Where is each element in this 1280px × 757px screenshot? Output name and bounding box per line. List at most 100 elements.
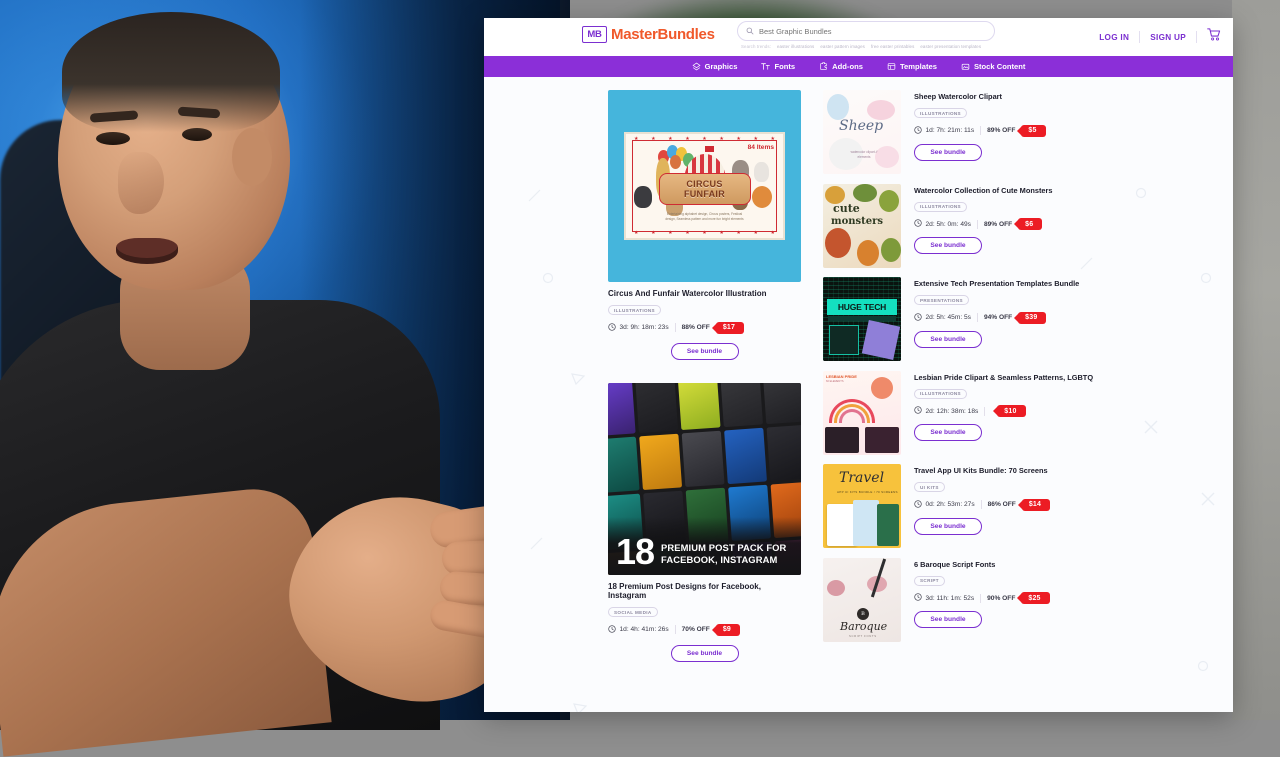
page-body: ★★★★★★★★★ ★★★★★★★★★ <box>484 77 1233 712</box>
list-thumbnail-tech[interactable]: HUGE TECH <box>823 277 901 361</box>
room-right-wall <box>1232 0 1280 720</box>
content-area: ★★★★★★★★★ ★★★★★★★★★ <box>484 77 1233 685</box>
social-tile <box>724 427 767 483</box>
list-item-title[interactable]: 6 Baroque Script Fonts <box>914 561 1209 570</box>
countdown-timer: 3d: 11h: 1m: 52s <box>914 593 974 603</box>
list-item-title[interactable]: Lesbian Pride Clipart & Seamless Pattern… <box>914 374 1209 383</box>
timer-text: 2d: 12h: 38m: 18s <box>926 408 979 415</box>
site-logo[interactable]: MB MasterBundles <box>582 26 715 43</box>
list-thumbnail-sheep[interactable]: Sheep watercolor clipart // elements <box>823 90 901 174</box>
trend-tag[interactable]: easter pattern images <box>820 44 865 49</box>
trend-tag[interactable]: free easter printables <box>871 44 914 49</box>
login-button[interactable]: LOG IN <box>1099 33 1129 42</box>
category-badge[interactable]: UI KITS <box>914 482 945 492</box>
list-thumbnail-travel[interactable]: Travel APP UI KITS BUNDLE / 70 SCREENS <box>823 464 901 548</box>
see-bundle-button[interactable]: See bundle <box>671 645 739 662</box>
category-badge[interactable]: ILLUSTRATIONS <box>914 389 967 399</box>
list-item[interactable]: cute monsters Watercolor Collection of C… <box>823 184 1209 268</box>
meta-divider <box>981 500 982 509</box>
baroque-art-title: Baroque <box>840 620 887 633</box>
travel-art-screen <box>877 504 899 546</box>
featured-card-social[interactable]: 18 PREMIUM POST PACK FOR FACEBOOK, INSTA… <box>608 383 801 662</box>
featured-card-circus[interactable]: ★★★★★★★★★ ★★★★★★★★★ <box>608 90 801 360</box>
nav-item-stock-content[interactable]: Stock Content <box>961 62 1025 71</box>
circus-animal-rabbit <box>754 162 769 182</box>
list-item-title[interactable]: Sheep Watercolor Clipart <box>914 93 1209 102</box>
nav-item-templates[interactable]: Templates <box>887 62 937 71</box>
meta-divider <box>977 220 978 229</box>
price-tag: $5 <box>1021 125 1045 137</box>
list-item-meta: 2d: 5h: 0m: 49s 89% OFF $6 <box>914 218 1209 230</box>
see-bundle-button[interactable]: See bundle <box>914 237 982 254</box>
list-item[interactable]: Sheep watercolor clipart // elements She… <box>823 90 1209 174</box>
pride-art-subtitle: 60 ELEMENTS <box>826 380 844 383</box>
featured-title[interactable]: 18 Premium Post Designs for Facebook, In… <box>608 582 801 601</box>
meta-divider <box>675 625 676 634</box>
signup-button[interactable]: SIGN UP <box>1150 33 1186 42</box>
featured-thumbnail-social[interactable]: 18 PREMIUM POST PACK FOR FACEBOOK, INSTA… <box>608 383 801 575</box>
countdown-timer: 2d: 5h: 0m: 49s <box>914 219 971 229</box>
nav-label: Templates <box>900 62 937 71</box>
graphics-icon <box>692 62 701 71</box>
clock-icon <box>608 625 616 635</box>
see-bundle-button[interactable]: See bundle <box>914 611 982 628</box>
list-item-info: Lesbian Pride Clipart & Seamless Pattern… <box>914 371 1209 455</box>
category-badge[interactable]: SOCIAL MEDIA <box>608 607 658 617</box>
fonts-icon <box>761 62 770 71</box>
list-thumbnail-baroque[interactable]: B Baroque SCRIPT FONTS <box>823 558 901 642</box>
see-bundle-button[interactable]: See bundle <box>914 144 982 161</box>
search-area: Search trends: easter illustrations east… <box>737 21 995 49</box>
nav-item-fonts[interactable]: Fonts <box>761 62 795 71</box>
list-item-title[interactable]: Extensive Tech Presentation Templates Bu… <box>914 280 1209 289</box>
discount-label: 88% OFF <box>682 324 710 331</box>
see-bundle-button[interactable]: See bundle <box>671 343 739 360</box>
category-badge[interactable]: ILLUSTRATIONS <box>608 305 661 315</box>
list-thumbnail-pride[interactable]: LESBIAN PRIDE 60 ELEMENTS <box>823 371 901 455</box>
timer-text: 3d: 11h: 1m: 52s <box>926 595 975 602</box>
sheep-art-blob <box>827 94 849 120</box>
nav-label: Fonts <box>774 62 795 71</box>
tech-art-panel <box>829 325 859 355</box>
countdown-timer: 0d: 2h: 53m: 27s <box>914 500 975 510</box>
pride-art-cat <box>871 377 893 399</box>
monster-art-blob <box>853 184 877 202</box>
list-item[interactable]: Travel APP UI KITS BUNDLE / 70 SCREENS T… <box>823 464 1209 548</box>
category-badge[interactable]: PRESENTATIONS <box>914 295 969 305</box>
nav-label: Stock Content <box>974 62 1025 71</box>
category-badge[interactable]: ILLUSTRATIONS <box>914 202 967 212</box>
featured-meta: 1d: 4h: 41m: 26s 70% OFF $9 <box>608 624 801 636</box>
social-caption-line2: FACEBOOK, INSTAGRAM <box>661 554 786 565</box>
baroque-art-monogram: B <box>857 608 869 620</box>
countdown-timer: 3d: 9h: 18m: 23s <box>608 323 669 333</box>
shopping-cart-icon[interactable] <box>1207 28 1221 46</box>
nav-label: Graphics <box>705 62 738 71</box>
trend-tag[interactable]: easter presentation templates <box>920 44 981 49</box>
list-item[interactable]: B Baroque SCRIPT FONTS 6 Baroque Script … <box>823 558 1209 642</box>
social-tile <box>720 383 763 427</box>
list-item-meta: 2d: 5h: 45m: 5s 94% OFF $39 <box>914 312 1209 324</box>
trend-tag[interactable]: easter illustrations <box>777 44 814 49</box>
list-item[interactable]: HUGE TECH Extensive Tech Presentation Te… <box>823 277 1209 361</box>
circus-stars-top: ★★★★★★★★★ <box>634 136 775 142</box>
nav-item-addons[interactable]: Add-ons <box>819 62 863 71</box>
monster-art-title: cute <box>833 202 860 215</box>
list-item-title[interactable]: Travel App UI Kits Bundle: 70 Screens <box>914 467 1209 476</box>
featured-title[interactable]: Circus And Funfair Watercolor Illustrati… <box>608 289 801 299</box>
category-badge[interactable]: SCRIPT <box>914 576 945 586</box>
search-box[interactable] <box>737 21 995 41</box>
baroque-art-flower <box>827 580 845 596</box>
nav-item-graphics[interactable]: Graphics <box>692 62 738 71</box>
list-item-title[interactable]: Watercolor Collection of Cute Monsters <box>914 187 1209 196</box>
see-bundle-button[interactable]: See bundle <box>914 424 982 441</box>
category-badge[interactable]: ILLUSTRATIONS <box>914 108 967 118</box>
see-bundle-button[interactable]: See bundle <box>914 518 982 535</box>
list-thumbnail-monsters[interactable]: cute monsters <box>823 184 901 268</box>
featured-thumbnail-circus[interactable]: ★★★★★★★★★ ★★★★★★★★★ <box>608 90 801 282</box>
see-bundle-button[interactable]: See bundle <box>914 331 982 348</box>
list-item[interactable]: LESBIAN PRIDE 60 ELEMENTS Lesbian Pride … <box>823 371 1209 455</box>
search-input[interactable] <box>759 27 986 36</box>
meta-divider <box>675 323 676 332</box>
search-trends-label: Search trends: <box>741 44 771 49</box>
tech-art-subtitle-bar <box>828 316 896 321</box>
meta-divider <box>984 407 985 416</box>
